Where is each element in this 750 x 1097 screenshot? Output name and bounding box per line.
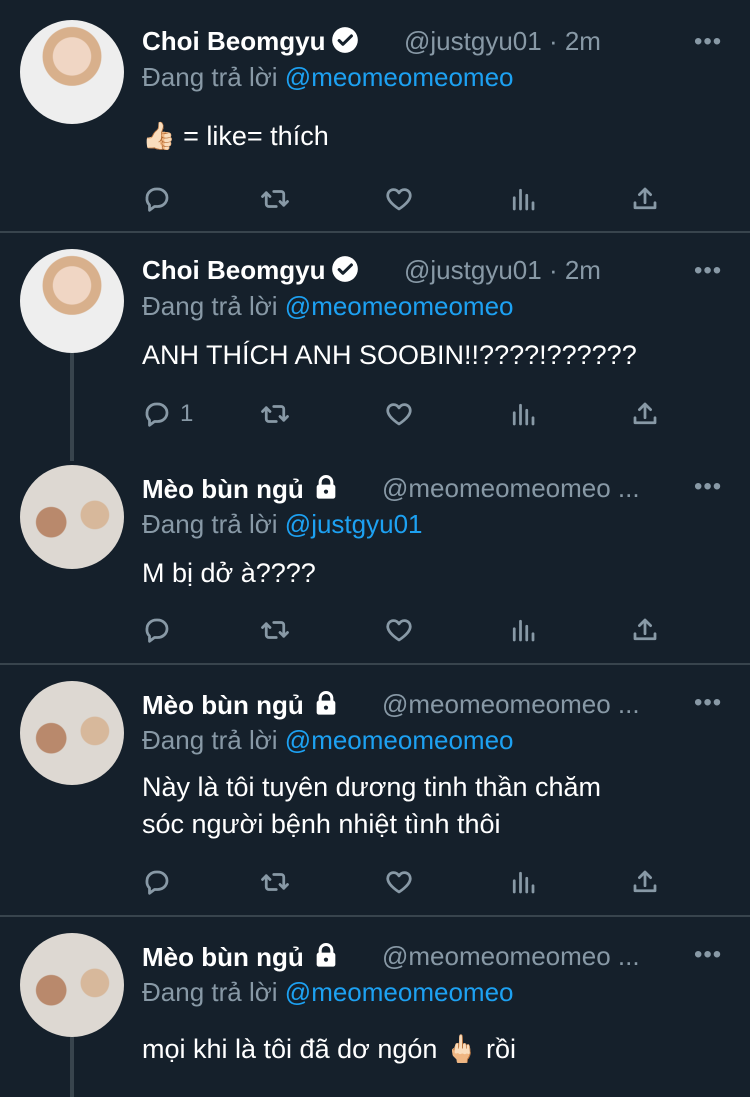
more-icon[interactable]: •••: [694, 473, 722, 501]
like-icon: [386, 871, 412, 894]
tweet-actions: [142, 182, 662, 216]
display-name[interactable]: Choi Beomgyu: [142, 26, 359, 57]
retweet-button[interactable]: [260, 397, 290, 431]
like-button[interactable]: [384, 865, 414, 899]
display-name[interactable]: Mèo bùn ngủ: [142, 473, 340, 505]
avatar[interactable]: [20, 20, 124, 124]
more-icon[interactable]: •••: [694, 28, 722, 56]
tweet[interactable]: Mèo bùn ngủ @meomeomeomeo ... ••• Đang t…: [0, 917, 750, 1097]
avatar[interactable]: [20, 465, 124, 569]
share-button[interactable]: [630, 865, 660, 899]
analytics-icon: [512, 403, 535, 426]
tweet-text: ANH THÍCH ANH SOOBIN!!????!??????: [142, 340, 637, 370]
share-button[interactable]: [630, 182, 660, 216]
reply-button[interactable]: [142, 613, 172, 647]
reply-button[interactable]: 1: [142, 397, 193, 431]
replying-to: Đang trả lời @meomeomeomeo: [142, 977, 514, 1007]
analytics-icon: [512, 871, 535, 894]
retweet-icon: [261, 190, 289, 208]
like-icon: [386, 403, 412, 426]
replying-to: Đang trả lời @justgyu01: [142, 509, 423, 539]
more-icon[interactable]: •••: [694, 689, 722, 717]
like-button[interactable]: [384, 613, 414, 647]
tweet-text: Này là tôi tuyên dương tinh thần chăm só…: [142, 769, 702, 843]
retweet-icon: [261, 405, 289, 423]
tweet-text: 👍🏻 = like= thích: [142, 121, 329, 151]
lock-icon: [316, 943, 336, 967]
analytics-button[interactable]: [508, 182, 538, 216]
replying-to: Đang trả lời @meomeomeomeo: [142, 62, 514, 92]
retweet-button[interactable]: [260, 613, 290, 647]
replying-to: Đang trả lời @meomeomeomeo: [142, 725, 514, 755]
reply-icon: [145, 870, 169, 895]
retweet-icon: [261, 873, 289, 891]
analytics-button[interactable]: [508, 865, 538, 899]
reply-button[interactable]: [142, 865, 172, 899]
like-button[interactable]: [384, 182, 414, 216]
share-button[interactable]: [630, 397, 660, 431]
tweet-text-line: Này là tôi tuyên dương tinh thần chăm: [142, 772, 602, 802]
tweet[interactable]: Mèo bùn ngủ @meomeomeomeo ... ••• Đang t…: [0, 449, 750, 663]
retweet-button[interactable]: [260, 182, 290, 216]
reply-count: 1: [180, 400, 194, 427]
like-icon: [386, 619, 412, 642]
mention-link[interactable]: @justgyu01: [285, 509, 423, 539]
retweet-button[interactable]: [260, 865, 290, 899]
reply-icon: [145, 618, 169, 643]
replying-to: Đang trả lời @meomeomeomeo: [142, 291, 514, 321]
avatar[interactable]: [20, 933, 124, 1037]
share-button[interactable]: [630, 613, 660, 647]
verified-badge-icon: [332, 27, 359, 53]
reply-button[interactable]: [142, 182, 180, 216]
verified-badge-icon: [332, 256, 359, 282]
like-icon: [386, 188, 412, 211]
handle[interactable]: @meomeomeomeo ...: [382, 689, 640, 720]
share-icon: [633, 870, 657, 893]
mention-link[interactable]: @meomeomeomeo: [285, 62, 514, 92]
analytics-icon: [512, 188, 535, 211]
tweet[interactable]: Choi Beomgyu @justgyu01 · 2m ••• Đang tr…: [0, 0, 750, 232]
share-icon: [633, 187, 657, 210]
more-icon[interactable]: •••: [694, 257, 722, 285]
reply-icon: [145, 187, 169, 212]
more-icon[interactable]: •••: [694, 941, 722, 969]
share-icon: [633, 618, 657, 641]
mention-link[interactable]: @meomeomeomeo: [285, 291, 514, 321]
tweet-actions: [142, 613, 662, 647]
retweet-icon: [261, 621, 289, 639]
display-name[interactable]: Choi Beomgyu: [142, 255, 359, 286]
handle-and-time[interactable]: @justgyu01 · 2m: [404, 255, 601, 286]
avatar[interactable]: [20, 249, 124, 353]
tweet-actions: [142, 865, 662, 899]
handle[interactable]: @meomeomeomeo ...: [382, 473, 640, 504]
lock-icon: [316, 691, 336, 715]
display-name[interactable]: Mèo bùn ngủ: [142, 941, 340, 973]
display-name[interactable]: Mèo bùn ngủ: [142, 689, 340, 721]
tweet[interactable]: Mèo bùn ngủ @meomeomeomeo ... ••• Đang t…: [0, 665, 750, 915]
like-button[interactable]: [384, 397, 414, 431]
thread-line: [70, 1037, 74, 1097]
mention-link[interactable]: @meomeomeomeo: [285, 725, 514, 755]
handle[interactable]: @meomeomeomeo ...: [382, 941, 640, 972]
avatar[interactable]: [20, 681, 124, 785]
analytics-icon: [512, 619, 535, 642]
thread-line: [70, 353, 74, 461]
analytics-button[interactable]: [508, 397, 538, 431]
tweet-actions: 1: [142, 397, 662, 431]
tweet-text: mọi khi là tôi đã dơ ngón 🖕🏻 rồi: [142, 1034, 517, 1064]
mention-link[interactable]: @meomeomeomeo: [285, 977, 514, 1007]
tweet[interactable]: Choi Beomgyu @justgyu01 · 2m ••• Đang tr…: [0, 233, 750, 461]
analytics-button[interactable]: [508, 613, 538, 647]
handle-and-time[interactable]: @justgyu01 · 2m: [404, 26, 601, 57]
reply-icon: [145, 402, 169, 427]
lock-icon: [316, 475, 336, 499]
tweet-text: M bị dở à????: [142, 558, 316, 588]
tweet-text-line: sóc người bệnh nhiệt tình thôi: [142, 809, 501, 839]
share-icon: [633, 402, 657, 425]
